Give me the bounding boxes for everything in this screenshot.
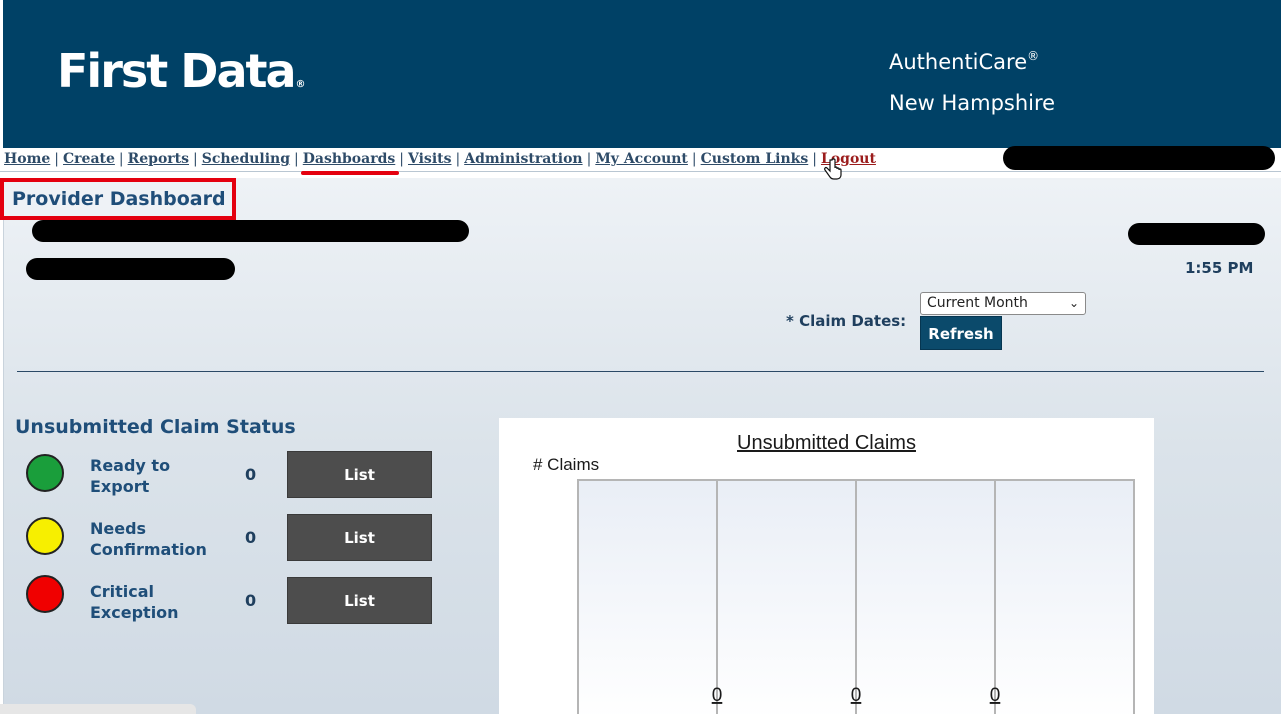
list-button-needs-confirmation[interactable]: List (287, 514, 432, 561)
status-section-title: Unsubmitted Claim Status (15, 416, 296, 438)
nav-administration[interactable]: Administration (464, 151, 582, 167)
current-time: 1:55 PM (1185, 259, 1254, 277)
nav-separator: | (294, 151, 299, 167)
brand-block: AuthentiCare® New Hampshire (889, 42, 1055, 124)
nav-list: Home | Create | Reports | Scheduling | D… (4, 151, 876, 175)
chart-data-label: 0 (990, 685, 1001, 706)
nav-separator: | (399, 151, 404, 167)
unsubmitted-claims-chart: 0 0 0 Unsubmitted Claims # Claims (499, 418, 1154, 714)
brand-line-2: New Hampshire (889, 91, 1056, 115)
nav-visits[interactable]: Visits (408, 151, 451, 167)
nav-my-account[interactable]: My Account (595, 151, 688, 167)
bottom-status-tab (0, 704, 196, 714)
nav-separator: | (812, 151, 817, 167)
red-status-icon (26, 575, 64, 613)
green-status-icon (26, 454, 64, 492)
section-divider (17, 371, 1264, 372)
status-row-needs-confirmation: Needs Confirmation 0 List (0, 514, 440, 562)
status-row-critical-exception: Critical Exception 0 List (0, 575, 440, 625)
logo-text: First Data (57, 44, 297, 98)
brand-line-1: AuthentiCare® (889, 49, 1040, 74)
nav-reports[interactable]: Reports (128, 151, 189, 167)
brand-registered-mark: ® (1027, 49, 1040, 63)
refresh-button[interactable]: Refresh (920, 316, 1002, 350)
nav-create[interactable]: Create (63, 151, 115, 167)
status-label: Ready to Export (90, 456, 171, 496)
logo-registered-mark: ® (295, 79, 306, 90)
redacted-date (1128, 223, 1265, 245)
page-title-highlight: Provider Dashboard (0, 178, 236, 220)
yellow-status-icon (26, 517, 64, 555)
nav-separator: | (54, 151, 60, 167)
claim-dates-value: Current Month (927, 295, 1028, 311)
chart-data-label: 0 (712, 685, 723, 706)
nav-separator: | (586, 151, 592, 167)
nav-separator: | (455, 151, 461, 167)
chart-y-axis-label: # Claims (533, 455, 600, 474)
status-label: Critical Exception (90, 582, 179, 622)
claim-dates-select[interactable]: Current Month ⌄ (920, 292, 1086, 315)
chart-title: Unsubmitted Claims (737, 432, 916, 454)
status-count: 0 (245, 591, 257, 610)
redacted-provider-id (26, 258, 235, 280)
list-button-critical-exception[interactable]: List (287, 577, 432, 624)
site-header: First Data® AuthentiCare® New Hampshire (3, 0, 1281, 148)
status-count: 0 (245, 465, 257, 484)
chart-data-label: 0 (851, 685, 862, 706)
nav-dashboards[interactable]: Dashboards (300, 151, 399, 175)
nav-scheduling[interactable]: Scheduling (202, 151, 290, 167)
hand-cursor-icon (824, 158, 842, 180)
claim-dates-label: * Claim Dates: (786, 312, 907, 330)
nav-separator: | (193, 151, 198, 167)
page-title: Provider Dashboard (12, 188, 226, 210)
status-row-ready: Ready to Export 0 List (0, 451, 440, 499)
redacted-provider-name (32, 220, 469, 242)
chevron-down-icon: ⌄ (1068, 296, 1079, 310)
first-data-logo: First Data® (57, 48, 306, 94)
nav-separator: | (118, 151, 124, 167)
nav-custom-links[interactable]: Custom Links (701, 151, 809, 167)
status-label: Needs Confirmation (90, 519, 207, 559)
nav-home[interactable]: Home (4, 151, 50, 167)
nav-separator: | (691, 151, 697, 167)
redacted-username (1003, 146, 1275, 170)
status-count: 0 (245, 528, 257, 547)
list-button-ready[interactable]: List (287, 451, 432, 498)
